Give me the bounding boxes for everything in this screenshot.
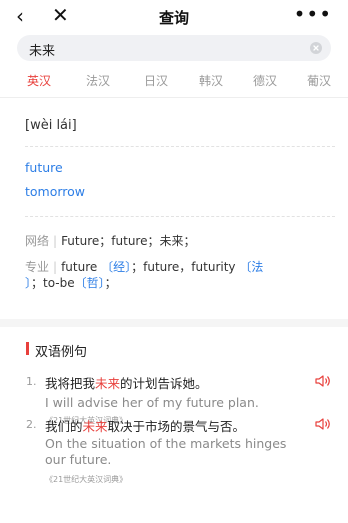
field-tag[interactable]: 〔经〕: [101, 260, 131, 274]
example-number: 1.: [26, 375, 37, 388]
search-input[interactable]: 未来: [17, 35, 331, 61]
example-zh-text: 我们的: [45, 419, 83, 434]
example-zh-text: 的计划告诉她。: [120, 376, 208, 391]
language-tabs: 英汉 法汉 日汉 韩汉 德汉 葡汉: [0, 66, 348, 96]
network-text: Future；future；未来；: [61, 234, 196, 248]
divider: [25, 216, 335, 217]
section-title: 双语例句: [35, 345, 88, 360]
example-chinese: 我将把我未来的计划告诉她。: [45, 373, 208, 392]
translation-link[interactable]: future: [25, 160, 63, 175]
separator: |: [53, 260, 58, 274]
tab-fr-zh[interactable]: 法汉: [86, 72, 110, 89]
professional-label: 专业: [25, 260, 50, 274]
professional-translations: 专业 | future 〔经〕；future，futurity 〔法 〕；to-be〔…: [25, 259, 325, 291]
professional-text: ；future，futurity: [131, 260, 236, 274]
example-english: I will advise her of my future plan.: [45, 395, 259, 410]
example-english: On the situation of the markets hinges o…: [45, 436, 287, 467]
more-icon[interactable]: •••: [294, 2, 332, 26]
tab-de-zh[interactable]: 德汉: [253, 72, 277, 89]
professional-text: ；to-be: [31, 276, 75, 290]
field-tag[interactable]: 〔哲〕: [75, 276, 105, 290]
speaker-icon[interactable]: [314, 373, 332, 389]
speaker-icon[interactable]: [314, 416, 332, 432]
field-tag[interactable]: 〔法: [239, 260, 263, 274]
nav-bar: ‹ ✕ 查询 •••: [0, 0, 348, 34]
example-zh-text: 我将把我: [45, 376, 96, 391]
section-accent-bar: [26, 342, 29, 355]
example-zh-text: 取决于市场的景气与否。: [107, 419, 246, 434]
example-highlight: 未来: [95, 376, 121, 391]
network-translations: 网络 | Future；future；未来；: [25, 233, 325, 249]
tab-pt-zh[interactable]: 葡汉: [307, 72, 331, 89]
phonetic: [wèi lái]: [25, 118, 77, 133]
example-number: 2.: [26, 418, 37, 431]
tab-ja-zh[interactable]: 日汉: [144, 72, 168, 89]
example-highlight: 未来: [82, 419, 108, 434]
clear-icon[interactable]: [310, 42, 322, 54]
professional-text: future: [61, 260, 98, 274]
search-input-value: 未来: [29, 44, 56, 59]
separator: |: [53, 234, 58, 248]
divider: [0, 97, 348, 98]
divider: [25, 146, 335, 147]
example-chinese: 我们的未来取决于市场的景气与否。: [45, 416, 245, 435]
professional-text: ；: [104, 276, 117, 290]
example-source: 《21世纪大英汉词典》: [45, 475, 128, 484]
network-label: 网络: [25, 234, 50, 248]
tab-en-zh[interactable]: 英汉: [27, 72, 51, 89]
translation-link[interactable]: tomorrow: [25, 184, 85, 199]
section-gap: [0, 319, 348, 327]
tab-ko-zh[interactable]: 韩汉: [199, 72, 223, 89]
